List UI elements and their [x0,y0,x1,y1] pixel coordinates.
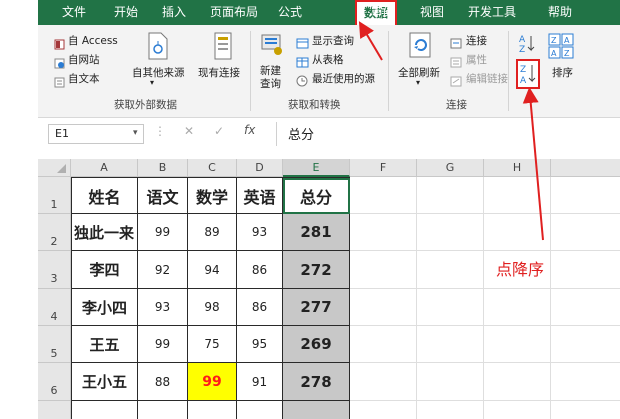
annotation-label: 点降序 [496,260,545,279]
arrow-to-sort-descending [522,87,544,241]
arrow-to-data-tab [358,21,383,61]
annotation-arrows [358,21,544,241]
